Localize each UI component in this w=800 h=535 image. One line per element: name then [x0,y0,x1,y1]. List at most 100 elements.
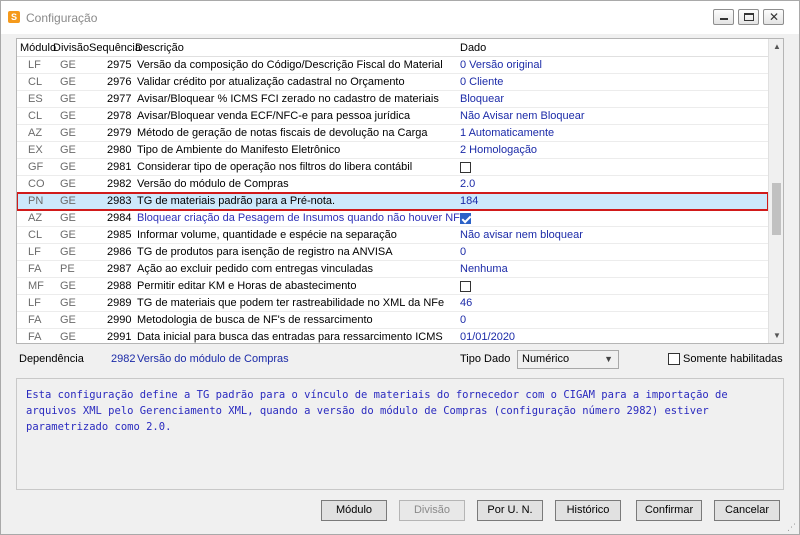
cell-modulo: AZ [28,127,43,139]
cell-divisao: GE [60,161,76,173]
dado-checkbox[interactable] [460,213,471,224]
resize-grip-icon[interactable]: ⋰ [787,522,796,533]
table-row[interactable]: FA PE 2987 Ação ao excluir pedido com entre… [17,261,768,278]
cell-descricao: Permitir editar KM e Horas de abastecime… [137,280,357,292]
cell-descricao: Validar crédito por atualização cadastra… [137,76,405,88]
cell-modulo: LF [28,246,41,258]
somente-habilitadas-checkbox[interactable] [668,353,680,365]
cell-dado[interactable]: 184 [460,195,478,207]
cell-descricao: Ação ao excluir pedido com entregas vinc… [137,263,374,275]
minimize-button[interactable] [713,9,734,25]
table-row[interactable]: FA GE 2991 Data inicial para busca das entr… [17,329,768,343]
cell-divisao: GE [60,331,76,343]
historico-button[interactable]: Histórico [555,500,621,521]
cell-dado[interactable]: 2 Homologação [460,144,537,156]
cell-modulo: MF [28,280,44,292]
cell-dado[interactable]: 0 Cliente [460,76,503,88]
cell-descricao: Data inicial para busca das entradas par… [137,331,443,343]
cell-descricao: Informar volume, quantidade e espécie na… [137,229,397,241]
table-row[interactable]: PN GE 2983 TG de materiais padrão para a Pr… [17,192,769,211]
table-row[interactable]: ES GE 2977 Avisar/Bloquear % ICMS FCI zerad… [17,91,768,108]
cell-divisao: GE [60,297,76,309]
dado-checkbox[interactable] [460,281,471,292]
table-row[interactable]: EX GE 2980 Tipo de Ambiente do Manifesto El… [17,142,768,159]
cell-dado[interactable]: 0 Versão original [460,59,542,71]
cell-dado[interactable]: 2.0 [460,178,475,190]
cell-divisao: GE [60,246,76,258]
table-row[interactable]: CL GE 2978 Avisar/Bloquear venda ECF/NFC-e … [17,108,768,125]
table-row[interactable]: LF GE 2975 Versão da composição do Código/D… [17,57,768,74]
cell-divisao: PE [60,263,75,275]
cell-sequencia: 2986 [107,246,132,258]
cell-sequencia: 2984 [107,212,132,224]
somente-habilitadas-label[interactable]: Somente habilitadas [683,353,783,365]
table-row[interactable]: CL GE 2985 Informar volume, quantidade e es… [17,227,768,244]
cell-sequencia: 2977 [107,93,132,105]
cell-dado[interactable]: 0 [460,314,466,326]
column-header-sequencia[interactable]: Sequência [89,42,141,54]
cell-divisao: GE [60,110,76,122]
column-header-descricao[interactable]: Descrição [135,42,184,54]
cell-descricao: Versão do módulo de Compras [137,178,289,190]
cell-descricao: Bloquear criação da Pesagem de Insumos q… [137,212,468,224]
scroll-down-icon[interactable]: ▼ [773,331,781,340]
cell-sequencia: 2976 [107,76,132,88]
maximize-button[interactable] [738,9,759,25]
cell-sequencia: 2991 [107,331,132,343]
cancelar-button[interactable]: Cancelar [714,500,780,521]
table-row[interactable]: GF GE 2981 Considerar tipo de operação nos … [17,159,768,176]
dependencia-description[interactable]: Versão do módulo de Compras [137,353,289,365]
cell-dado[interactable]: Nenhuma [460,263,508,275]
configuration-grid[interactable]: Módulo Divisão Sequência Descrição Dado … [16,38,784,344]
table-row[interactable]: FA GE 2990 Metodologia de busca de NF's de … [17,312,768,329]
cell-modulo: CO [28,178,45,190]
cell-sequencia: 2988 [107,280,132,292]
table-row[interactable]: MF GE 2988 Permitir editar KM e Horas de ab… [17,278,768,295]
confirmar-button[interactable]: Confirmar [636,500,702,521]
cell-dado[interactable]: 0 [460,246,466,258]
dependencia-label: Dependência [19,353,84,365]
configuracao-window: S Configuração ✕ Módulo Divisão Sequênci… [0,0,800,535]
close-button[interactable]: ✕ [763,9,784,25]
cell-modulo: GF [28,161,44,173]
cell-divisao: GE [60,93,76,105]
cell-dado[interactable]: 1 Automaticamente [460,127,554,139]
window-title: Configuração [26,11,98,25]
cell-sequencia: 2978 [107,110,132,122]
cell-sequencia: 2982 [107,178,132,190]
column-header-divisao[interactable]: Divisão [53,42,89,54]
cell-dado[interactable]: Não avisar nem bloquear [460,229,583,241]
scroll-up-icon[interactable]: ▲ [773,42,781,51]
por-un-button[interactable]: Por U. N. [477,500,543,521]
cell-dado[interactable]: 01/01/2020 [460,331,515,343]
cell-sequencia: 2989 [107,297,132,309]
cell-dado[interactable]: Não Avisar nem Bloquear [460,110,585,122]
cell-modulo: CL [28,76,43,88]
vertical-scrollbar[interactable]: ▲ ▼ [768,39,783,343]
table-row[interactable]: LF GE 2986 TG de produtos para isenção de r… [17,244,768,261]
tipo-dado-select[interactable]: Numérico ▼ [517,350,619,369]
cell-dado[interactable]: Bloquear [460,93,504,105]
app-icon: S [8,11,20,23]
cell-descricao: Versão da composição do Código/Descrição… [137,59,443,71]
table-row[interactable]: CO GE 2982 Versão do módulo de Compras 2.0 [17,176,768,193]
cell-modulo: LF [28,59,41,71]
tipo-dado-value: Numérico [522,353,570,365]
column-header-dado[interactable]: Dado [460,42,486,54]
table-row[interactable]: AZ GE 2979 Método de geração de notas fisca… [17,125,768,142]
cell-dado[interactable]: 46 [460,297,472,309]
column-header-modulo[interactable]: Módulo [20,42,56,54]
cell-descricao: Metodologia de busca de NF's de ressarci… [137,314,373,326]
cell-modulo: CL [28,229,43,241]
cell-descricao: TG de produtos para isenção de registro … [137,246,393,258]
scrollbar-thumb[interactable] [772,183,781,235]
modulo-button[interactable]: Módulo [321,500,387,521]
cell-modulo: AZ [28,212,43,224]
dependencia-number[interactable]: 2982 [111,353,135,365]
table-row[interactable]: AZ GE 2984 Bloquear criação da Pesagem de I… [17,210,768,227]
dado-checkbox[interactable] [460,162,471,173]
cell-sequencia: 2983 [107,195,132,207]
table-row[interactable]: LF GE 2989 TG de materiais que podem ter ra… [17,295,768,312]
table-row[interactable]: CL GE 2976 Validar crédito por atualização … [17,74,768,91]
cell-modulo: FA [28,331,42,343]
